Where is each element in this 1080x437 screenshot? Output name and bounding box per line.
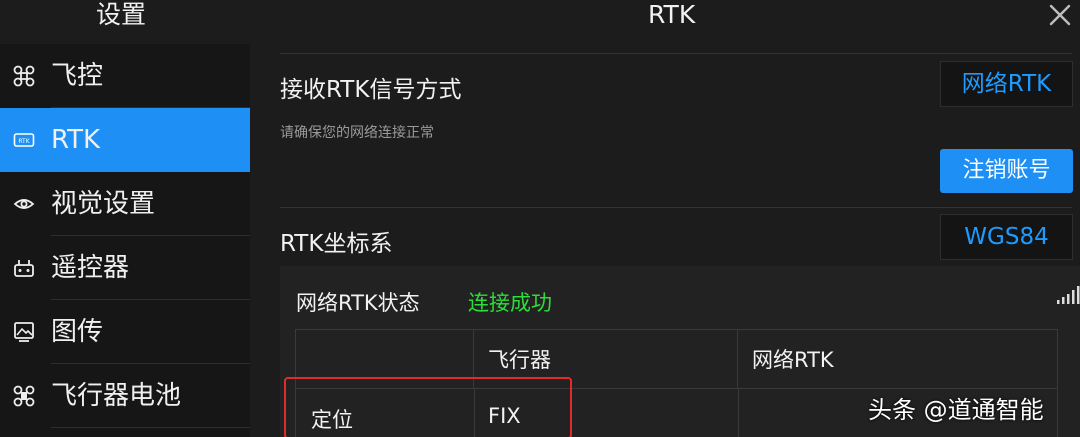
highlight-box: [284, 377, 572, 437]
divider: [51, 427, 250, 428]
remote-controller-icon: [14, 260, 34, 277]
divider: [280, 207, 1072, 208]
rtk-icon: RTK: [13, 133, 35, 147]
sidebar-item-flight-control[interactable]: 飞控: [0, 44, 250, 108]
table-column-divider: [738, 388, 739, 437]
settings-title: 设置: [96, 0, 147, 29]
network-hint: 请确保您的网络连接正常: [280, 125, 434, 141]
sidebar-item-aircraft-battery[interactable]: 飞行器电池: [0, 364, 250, 428]
coordinate-system-select[interactable]: WGS84: [940, 214, 1073, 260]
sidebar-item-label: 视觉设置: [51, 189, 156, 219]
sidebar-item-label: 遥控器: [51, 253, 130, 283]
app-window: 设置 RTK 飞控 RTK RTK 视觉设置 遥控器 图传 飞行器电池 接收RT…: [0, 0, 1080, 437]
receive-method-select[interactable]: 网络RTK: [940, 61, 1073, 107]
sidebar-item-remote-controller[interactable]: 遥控器: [0, 236, 250, 300]
sidebar-item-label: RTK: [51, 125, 101, 155]
close-icon[interactable]: [1048, 3, 1072, 27]
sidebar-item-label: 飞控: [51, 61, 104, 91]
table-header-aircraft: 飞行器: [488, 348, 551, 372]
header: 设置 RTK: [0, 0, 1080, 34]
network-rtk-status-label: 网络RTK状态: [296, 291, 420, 315]
battery-icon: [13, 385, 35, 407]
sidebar-item-rtk[interactable]: RTK RTK: [0, 108, 250, 172]
logout-account-button[interactable]: 注销账号: [940, 149, 1073, 193]
image-transmission-icon: [14, 322, 34, 342]
watermark: 头条 @道通智能: [868, 396, 1044, 424]
sidebar: 飞控 RTK RTK 视觉设置 遥控器 图传 飞行器电池: [0, 44, 250, 437]
sidebar-item-vision-settings[interactable]: 视觉设置: [0, 172, 250, 236]
signal-strength-icon: [1057, 286, 1080, 304]
page-title: RTK: [648, 0, 696, 29]
eye-icon: [13, 199, 35, 209]
sidebar-item-image-transmission[interactable]: 图传: [0, 300, 250, 364]
receive-method-label: 接收RTK信号方式: [280, 77, 462, 103]
divider: [280, 53, 1072, 54]
table-header-network-rtk: 网络RTK: [752, 348, 834, 372]
drone-icon: [13, 65, 35, 87]
sidebar-item-label: 图传: [51, 317, 104, 347]
sidebar-item-label: 飞行器电池: [51, 381, 182, 411]
network-rtk-status-value: 连接成功: [468, 291, 552, 315]
coordinate-system-label: RTK坐标系: [280, 231, 393, 257]
svg-text:RTK: RTK: [18, 138, 30, 145]
